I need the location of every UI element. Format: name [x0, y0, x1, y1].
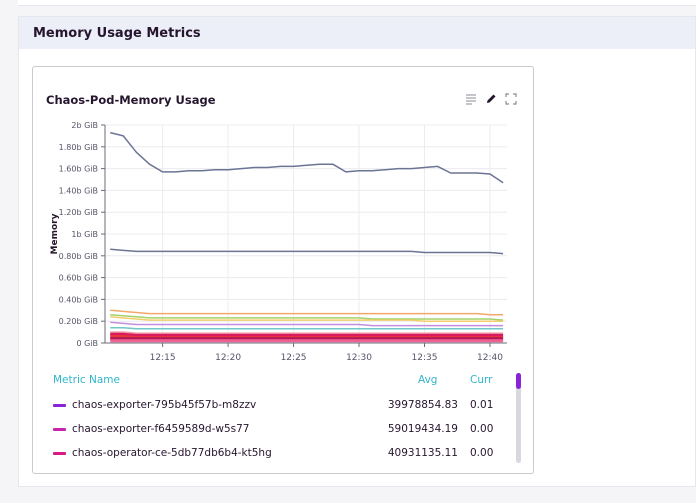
pencil-icon[interactable]	[485, 90, 497, 103]
section-header: Memory Usage Metrics	[19, 17, 695, 49]
x-tick-label: 12:20	[215, 353, 241, 363]
legend-metric-name: chaos-exporter-795b45f57b-m8zzv	[72, 399, 257, 411]
list-icon[interactable]	[465, 90, 477, 105]
legend-swatch	[53, 452, 66, 455]
x-tick-label: 12:35	[412, 353, 438, 363]
legend-header-name[interactable]: Metric Name	[53, 374, 120, 386]
legend-row[interactable]: chaos-operator-ce-5db77db6b4-kt5hg 40931…	[33, 446, 513, 462]
chart-toolbar	[465, 90, 517, 105]
memory-usage-section: Memory Usage Metrics Chaos-Pod-Memory Us…	[18, 16, 696, 487]
legend-metric-avg: 59019434.19	[387, 423, 458, 435]
legend-metric-name: chaos-operator-ce-5db77db6b4-kt5hg	[72, 447, 272, 459]
expand-icon[interactable]	[505, 90, 517, 105]
series-line	[110, 332, 504, 337]
legend-row[interactable]: chaos-exporter-f6459589d-w5s77 59019434.…	[33, 422, 513, 438]
y-tick-label: 2b GiB	[71, 121, 98, 130]
y-tick-label: 1.20b GiB	[59, 208, 98, 217]
legend-metric-name: chaos-exporter-f6459589d-w5s77	[72, 423, 250, 435]
legend-scrollbar[interactable]	[516, 373, 521, 463]
legend-metric-avg: 39978854.83	[387, 399, 458, 411]
memory-line-chart: 0 GiB 0.20b GiB 0.40b GiB 0.60b GiB 0.80b Gi…	[50, 121, 507, 363]
y-tick-label: 1.40b GiB	[59, 186, 98, 195]
series-line	[110, 309, 504, 316]
x-tick-label: 12:30	[346, 353, 372, 363]
legend-swatch	[53, 404, 66, 407]
y-tick-label: 0.60b GiB	[59, 274, 98, 283]
legend-metric-curr: 0.01	[470, 399, 494, 411]
series-line	[110, 331, 504, 334]
legend-metric-curr: 0.00	[470, 447, 494, 459]
section-title: Memory Usage Metrics	[33, 25, 201, 41]
x-tick-label: 12:40	[477, 353, 503, 363]
y-tick-label: 0.80b GiB	[59, 252, 98, 261]
y-tick-label: 1.80b GiB	[59, 143, 98, 152]
x-tick-label: 12:25	[281, 353, 307, 363]
chart-title: Chaos-Pod-Memory Usage	[46, 93, 216, 107]
legend-metric-avg: 40931135.11	[387, 447, 458, 459]
y-tick-label: 1.60b GiB	[59, 165, 98, 174]
legend-row[interactable]: chaos-exporter-795b45f57b-m8zzv 39978854…	[33, 398, 513, 414]
legend-scroll-thumb[interactable]	[516, 373, 521, 389]
previous-panel-edge	[18, 0, 696, 6]
legend-swatch	[53, 428, 66, 431]
series-line	[110, 313, 504, 321]
chart-card: Chaos-Pod-Memory Usage 0 GiB 0.20b GiB 0.4…	[32, 66, 534, 474]
series-line	[110, 321, 504, 327]
legend-header-avg[interactable]: Avg	[418, 374, 437, 386]
y-tick-label: 0 GiB	[76, 339, 98, 348]
y-axis-label: Memory	[50, 213, 60, 254]
series-line	[110, 326, 504, 330]
y-tick-label: 0.20b GiB	[59, 317, 98, 326]
series-line	[110, 131, 504, 184]
x-tick-label: 12:15	[150, 353, 176, 363]
legend-header-curr[interactable]: Curr	[470, 374, 492, 386]
series-line	[110, 248, 504, 255]
y-tick-label: 0.40b GiB	[59, 295, 98, 304]
y-tick-label: 1b GiB	[71, 230, 98, 239]
legend-metric-curr: 0.00	[470, 423, 494, 435]
legend-header: Metric Name Avg Curr	[33, 373, 533, 389]
